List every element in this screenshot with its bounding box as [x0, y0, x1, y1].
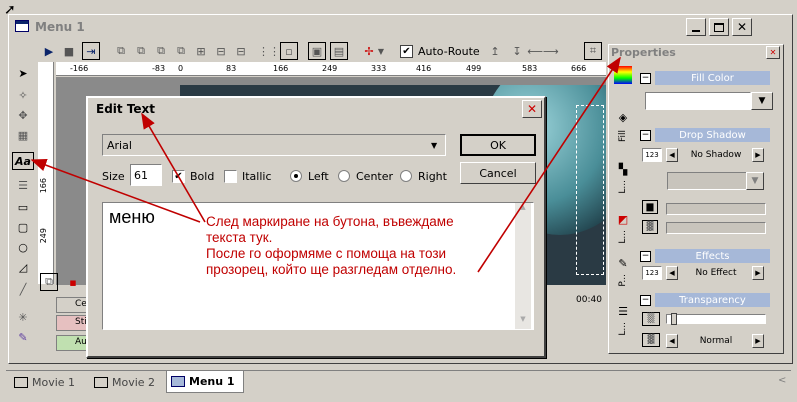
tab-label: Movie 2: [112, 375, 156, 389]
tab-movie-2[interactable]: Movie 2: [90, 373, 166, 391]
document-icon: [94, 376, 108, 388]
document-icon: [14, 376, 28, 388]
menu-doc-icon: [171, 376, 185, 387]
tabs-scroll-left-icon[interactable]: <: [778, 375, 786, 386]
tab-label: Movie 1: [32, 375, 76, 389]
annotation-arrows: [30, 56, 621, 273]
arrow-to-properties: [477, 56, 621, 273]
arrow-to-dialog-title: [141, 112, 206, 223]
tab-label: Menu 1: [189, 375, 235, 388]
tab-movie-1[interactable]: Movie 1: [10, 373, 86, 391]
mouse-cursor-icon: ➚: [4, 2, 16, 18]
document-tabs: Movie 1 Movie 2 Menu 1 <: [6, 370, 791, 393]
tab-menu-1[interactable]: Menu 1: [166, 371, 244, 393]
